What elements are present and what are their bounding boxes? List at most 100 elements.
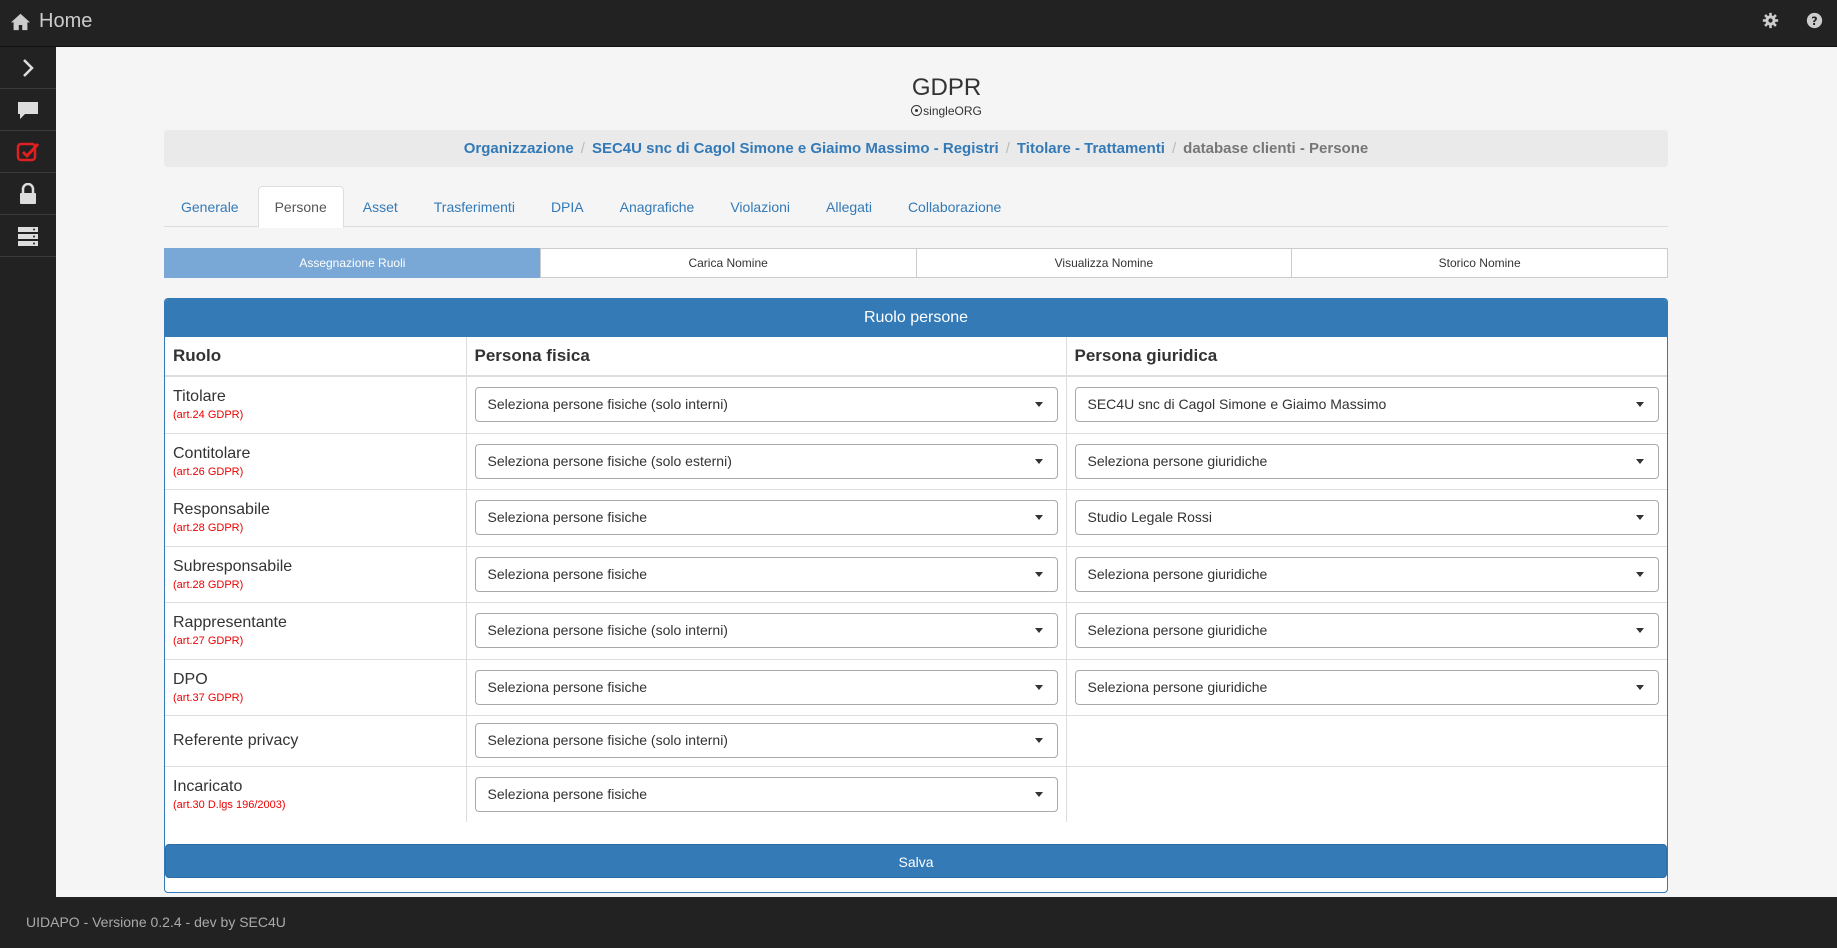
- tab-anagrafiche[interactable]: Anagrafiche: [603, 186, 712, 228]
- role-cell: Incaricato (art.30 D.lgs 196/2003): [165, 765, 466, 822]
- physical-person-select[interactable]: Seleziona persone fisiche: [474, 776, 1058, 812]
- chevron-right-icon: [23, 58, 34, 77]
- table-header-row: Ruolo Persona fisica Persona giuridica: [165, 337, 1667, 377]
- role-cell: Subresponsabile (art.28 GDPR): [165, 545, 466, 602]
- home-icon: [11, 13, 30, 31]
- help-icon[interactable]: ?: [1806, 12, 1823, 29]
- physical-cell: Seleziona persone fisiche (solo interni): [465, 375, 1066, 433]
- sidebar-toggle[interactable]: [0, 47, 56, 89]
- subtab-assegnazione-ruoli[interactable]: Assegnazione Ruoli: [164, 248, 541, 278]
- table-row: Incaricato (art.30 D.lgs 196/2003) Selezi…: [165, 765, 1667, 822]
- roles-panel: Ruolo persone Ruolo Persona fisica Perso…: [164, 298, 1668, 893]
- tab-persone[interactable]: Persone: [257, 186, 344, 228]
- lock-icon: [20, 182, 36, 204]
- table-row: Subresponsabile (art.28 GDPR) Seleziona p…: [165, 545, 1667, 602]
- breadcrumb-organizzazione[interactable]: Organizzazione: [464, 140, 574, 157]
- sidebar-item-security[interactable]: [0, 173, 56, 215]
- physical-person-select[interactable]: Seleziona persone fisiche (solo interni): [474, 723, 1058, 758]
- physical-person-select[interactable]: Seleziona persone fisiche (solo esterni): [474, 443, 1058, 479]
- role-name: Referente privacy: [173, 731, 299, 749]
- sidebar-item-chat[interactable]: [0, 89, 56, 131]
- breadcrumb-separator: /: [580, 140, 585, 157]
- role-cell: Rappresentante (art.27 GDPR): [165, 601, 466, 659]
- physical-person-select[interactable]: Seleziona persone fisiche: [474, 556, 1058, 592]
- subtab-bar: Assegnazione Ruoli Carica Nomine Visuali…: [164, 248, 1668, 278]
- sidebar: [0, 47, 56, 897]
- target-icon: [911, 105, 923, 116]
- physical-cell: Seleziona persone fisiche: [465, 765, 1066, 822]
- sidebar-item-servers[interactable]: [0, 215, 56, 257]
- home-label: Home: [39, 10, 93, 32]
- tab-violazioni[interactable]: Violazioni: [713, 186, 807, 228]
- breadcrumb-separator: /: [1005, 140, 1010, 157]
- legal-cell: Seleziona persone giuridiche: [1065, 658, 1667, 715]
- legal-person-select[interactable]: Seleziona persone giuridiche: [1074, 443, 1659, 479]
- legal-person-select[interactable]: Seleziona persone giuridiche: [1074, 613, 1659, 648]
- tab-bar: Generale Persone Asset Trasferimenti DPI…: [164, 186, 1668, 228]
- role-cell: DPO (art.37 GDPR): [165, 658, 466, 715]
- tab-asset[interactable]: Asset: [346, 186, 415, 228]
- page-title: GDPR: [911, 74, 982, 101]
- table-row: Rappresentante (art.27 GDPR) Seleziona pe…: [165, 601, 1667, 659]
- save-button[interactable]: Salva: [165, 844, 1667, 878]
- tab-allegati[interactable]: Allegati: [809, 186, 889, 228]
- role-reference: (art.28 GDPR): [173, 522, 244, 534]
- physical-person-select[interactable]: Seleziona persone fisiche (solo interni): [474, 387, 1058, 423]
- physical-cell: Seleziona persone fisiche (solo interni): [465, 714, 1066, 766]
- table-row: Contitolare (art.26 GDPR) Seleziona perso…: [165, 432, 1667, 489]
- physical-cell: Seleziona persone fisiche: [465, 488, 1066, 546]
- physical-cell: Seleziona persone fisiche: [465, 658, 1066, 715]
- legal-person-select[interactable]: Seleziona persone giuridiche: [1074, 669, 1659, 705]
- role-name: DPO: [173, 670, 208, 688]
- physical-person-select[interactable]: Seleziona persone fisiche (solo interni): [474, 613, 1058, 648]
- comment-icon: [18, 101, 38, 119]
- svg-text:?: ?: [1811, 15, 1817, 28]
- role-name: Contitolare: [173, 444, 251, 462]
- tab-trasferimenti[interactable]: Trasferimenti: [417, 186, 532, 228]
- table-row: Referente privacy Seleziona persone fisi…: [165, 714, 1667, 766]
- panel-title: Ruolo persone: [165, 299, 1667, 337]
- legal-cell: SEC4U snc di Cagol Simone e Giaimo Massi…: [1065, 375, 1667, 433]
- role-cell: Responsabile (art.28 GDPR): [165, 488, 466, 546]
- legal-cell: Seleziona persone giuridiche: [1065, 545, 1667, 602]
- footer-version-text: UIDAPO - Versione 0.2.4 - dev by SEC4U: [26, 914, 286, 930]
- server-icon: [18, 226, 38, 246]
- legal-person-select[interactable]: Seleziona persone giuridiche: [1074, 556, 1659, 592]
- role-cell: Contitolare (art.26 GDPR): [165, 432, 466, 489]
- org-mode-label: singleORG: [923, 104, 982, 118]
- physical-person-select[interactable]: Seleziona persone fisiche: [474, 500, 1058, 535]
- subtab-carica-nomine[interactable]: Carica Nomine: [539, 248, 917, 278]
- role-name: Titolare: [173, 388, 226, 406]
- role-reference: (art.24 GDPR): [173, 409, 244, 422]
- breadcrumb: Organizzazione / SEC4U snc di Cagol Simo…: [164, 130, 1668, 167]
- legal-cell: Studio Legale Rossi: [1065, 488, 1667, 546]
- subtab-visualizza-nomine[interactable]: Visualizza Nomine: [915, 248, 1293, 278]
- subtab-storico-nomine[interactable]: Storico Nomine: [1291, 248, 1668, 278]
- role-reference: (art.28 GDPR): [173, 578, 244, 591]
- top-navbar: Home ?: [0, 0, 1837, 47]
- physical-person-select[interactable]: Seleziona persone fisiche: [474, 669, 1058, 705]
- breadcrumb-registri[interactable]: SEC4U snc di Cagol Simone e Giaimo Massi…: [592, 140, 999, 157]
- header-physical-person: Persona fisica: [465, 337, 1066, 377]
- role-reference: (art.37 GDPR): [173, 691, 244, 704]
- physical-cell: Seleziona persone fisiche: [465, 545, 1066, 602]
- legal-cell-empty: [1065, 714, 1667, 766]
- header-legal-person: Persona giuridica: [1065, 337, 1667, 377]
- role-reference: (art.27 GDPR): [173, 635, 244, 647]
- tab-dpia[interactable]: DPIA: [534, 186, 601, 228]
- footer: UIDAPO - Versione 0.2.4 - dev by SEC4U: [0, 897, 1837, 948]
- legal-person-select[interactable]: Studio Legale Rossi: [1074, 500, 1659, 535]
- legal-cell-empty: [1065, 765, 1667, 822]
- roles-table: Ruolo Persona fisica Persona giuridica T…: [165, 337, 1667, 822]
- gear-icon[interactable]: [1762, 12, 1779, 29]
- role-name: Rappresentante: [173, 614, 287, 631]
- tab-collaborazione[interactable]: Collaborazione: [891, 186, 1018, 228]
- tab-generale[interactable]: Generale: [164, 186, 256, 228]
- breadcrumb-trattamenti[interactable]: Titolare - Trattamenti: [1017, 140, 1165, 157]
- legal-cell: Seleziona persone giuridiche: [1065, 601, 1667, 659]
- sidebar-item-tasks[interactable]: [0, 131, 56, 173]
- table-row: Responsabile (art.28 GDPR) Seleziona pers…: [165, 488, 1667, 546]
- table-row: Titolare (art.24 GDPR) Seleziona persone …: [165, 375, 1667, 433]
- home-link[interactable]: Home: [10, 10, 92, 33]
- legal-person-select[interactable]: SEC4U snc di Cagol Simone e Giaimo Massi…: [1074, 387, 1659, 423]
